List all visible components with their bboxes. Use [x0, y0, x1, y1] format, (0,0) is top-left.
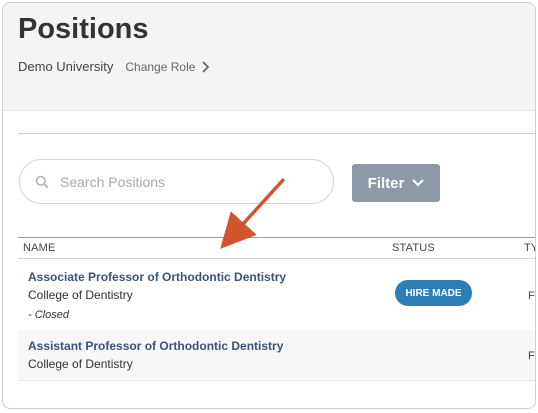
position-title-link[interactable]: Assistant Professor of Orthodontic Denti… — [28, 339, 283, 353]
filter-label: Filter — [367, 174, 405, 192]
search-icon — [35, 175, 49, 189]
chevron-right-icon[interactable] — [201, 60, 210, 73]
chevron-down-icon — [412, 179, 425, 187]
app-window: Positions Demo University Change Role Fi… — [2, 2, 536, 409]
type-cell: Fa — [528, 350, 535, 362]
type-cell: Fa — [528, 290, 535, 302]
table-row[interactable]: Associate Professor of Orthodontic Denti… — [18, 260, 535, 330]
change-role-link[interactable]: Change Role — [125, 60, 195, 74]
position-college: College of Dentistry — [28, 288, 133, 302]
org-name: Demo University — [18, 59, 114, 74]
table-header: NAME STATUS TY — [18, 237, 535, 259]
status-badge: HIRE MADE — [395, 280, 472, 306]
page-header: Positions Demo University Change Role — [3, 3, 535, 111]
position-college: College of Dentistry — [28, 357, 133, 371]
position-closed-note: - Closed — [28, 309, 69, 321]
column-header-status[interactable]: STATUS — [392, 242, 435, 254]
search-box[interactable] — [19, 159, 334, 204]
search-input[interactable] — [60, 173, 310, 190]
column-header-name[interactable]: NAME — [23, 242, 56, 254]
filter-button[interactable]: Filter — [352, 164, 440, 202]
org-row: Demo University Change Role — [18, 59, 210, 74]
page-title: Positions — [18, 13, 149, 45]
section-divider — [18, 133, 535, 134]
column-header-type[interactable]: TY — [524, 242, 535, 254]
table-row[interactable]: Assistant Professor of Orthodontic Denti… — [18, 330, 535, 381]
position-title-link[interactable]: Associate Professor of Orthodontic Denti… — [28, 270, 286, 284]
